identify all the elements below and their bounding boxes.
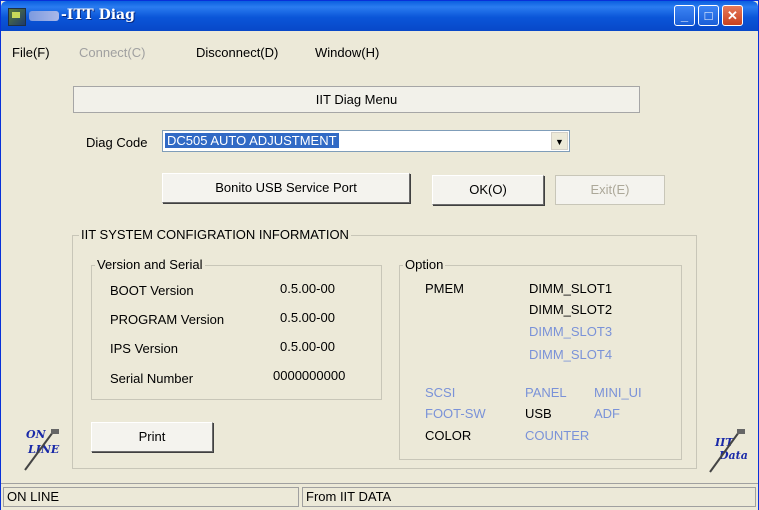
system-config-title: IIT SYSTEM CONFIGRATION INFORMATION	[79, 227, 351, 242]
app-window: -ITT Diag _ □ ✕ File(F) Connect(C) Disco…	[0, 0, 759, 510]
option-title: Option	[403, 257, 446, 272]
option-mini-ui: MINI_UI	[594, 385, 642, 400]
menu-bar: File(F) Connect(C) Disconnect(D) Window(…	[1, 45, 758, 65]
dimm-slot1: DIMM_SLOT1	[529, 281, 613, 296]
status-online: ON LINE	[3, 487, 299, 507]
window-title: -ITT Diag	[61, 7, 135, 23]
dimm-slot3: DIMM_SLOT3	[529, 324, 613, 339]
dimm-slot2: DIMM_SLOT2	[529, 302, 613, 317]
bonito-usb-service-port-button[interactable]: Bonito USB Service Port	[162, 173, 410, 203]
menu-window[interactable]: Window(H)	[315, 45, 379, 60]
close-button[interactable]: ✕	[722, 5, 743, 26]
program-version-label: PROGRAM Version	[110, 312, 225, 327]
ips-version-label: IPS Version	[110, 341, 178, 356]
online-icon: ON LINE	[23, 426, 71, 472]
dimm-slot4: DIMM_SLOT4	[529, 347, 613, 362]
exit-button[interactable]: Exit(E)	[555, 175, 665, 205]
diag-code-value: DC505 AUTO ADJUSTMENT	[165, 133, 339, 148]
minimize-button[interactable]: _	[674, 5, 695, 26]
iit-data-icon: IIT Data	[707, 426, 751, 474]
app-icon[interactable]	[8, 8, 26, 26]
title-bar[interactable]: -ITT Diag _ □ ✕	[1, 1, 758, 31]
serial-number-value: 0000000000	[273, 368, 346, 383]
close-icon: ✕	[727, 8, 738, 23]
version-serial-title: Version and Serial	[95, 257, 205, 272]
ok-button[interactable]: OK(O)	[432, 175, 544, 205]
diag-code-select[interactable]: DC505 AUTO ADJUSTMENT ▼	[162, 130, 570, 152]
boot-version-value: 0.5.00-00	[280, 281, 335, 296]
status-bar: ON LINE From IIT DATA	[1, 483, 758, 510]
option-scsi: SCSI	[425, 385, 456, 400]
option-usb: USB	[525, 406, 552, 421]
title-blurred-prefix	[29, 11, 59, 21]
status-source: From IIT DATA	[302, 487, 756, 507]
option-adf: ADF	[594, 406, 620, 421]
option-foot-sw: FOOT-SW	[425, 406, 486, 421]
menu-file[interactable]: File(F)	[12, 45, 50, 60]
print-button[interactable]: Print	[91, 422, 213, 452]
online-plug	[51, 429, 59, 434]
option-counter: COUNTER	[525, 428, 590, 443]
maximize-button[interactable]: □	[698, 5, 719, 26]
program-version-value: 0.5.00-00	[280, 310, 335, 325]
boot-version-label: BOOT Version	[110, 283, 194, 298]
option-panel: PANEL	[525, 385, 567, 400]
pmem-label: PMEM	[425, 281, 464, 296]
iit-diag-menu-button[interactable]: IIT Diag Menu	[73, 86, 640, 113]
menu-disconnect[interactable]: Disconnect(D)	[196, 45, 278, 60]
diag-code-label: Diag Code	[86, 135, 148, 150]
menu-connect[interactable]: Connect(C)	[79, 45, 145, 60]
minimize-icon: _	[680, 8, 689, 23]
dropdown-arrow-icon[interactable]: ▼	[551, 132, 568, 150]
serial-number-label: Serial Number	[110, 371, 194, 386]
maximize-icon: □	[704, 8, 713, 23]
online-icon-text-1: ON	[26, 428, 47, 441]
iit-data-plug	[737, 429, 745, 434]
option-color: COLOR	[425, 428, 472, 443]
ips-version-value: 0.5.00-00	[280, 339, 335, 354]
